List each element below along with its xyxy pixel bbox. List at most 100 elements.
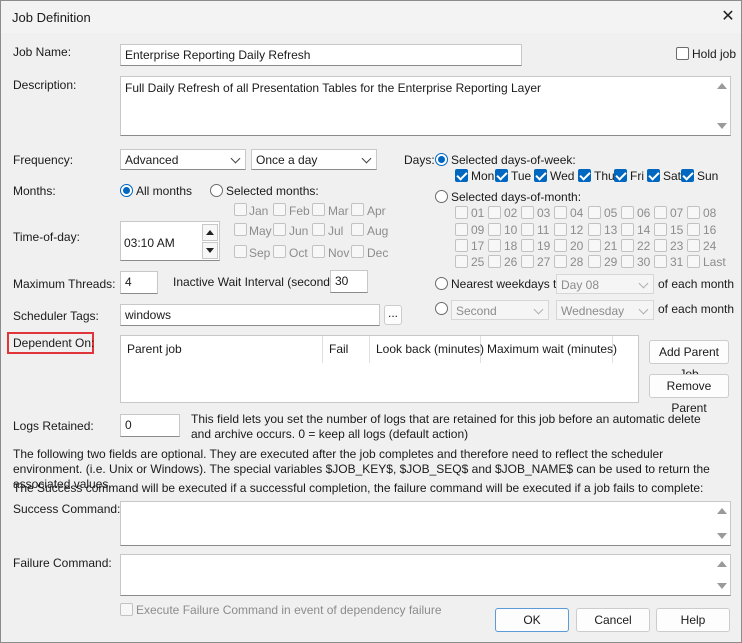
month-day-checkbox-14[interactable] bbox=[621, 223, 634, 236]
month-day-checkbox-02[interactable] bbox=[488, 206, 501, 219]
max-threads-input[interactable]: 4 bbox=[120, 271, 158, 294]
scroll-up-icon[interactable] bbox=[717, 561, 727, 567]
month-day-checkbox-26[interactable] bbox=[488, 255, 501, 268]
ordinal-weekday-radio[interactable] bbox=[435, 302, 448, 315]
month-day-checkbox-20[interactable] bbox=[554, 239, 567, 252]
remove-parent-button[interactable]: Remove Parent bbox=[649, 374, 729, 415]
month-day-checkbox-30[interactable] bbox=[621, 255, 634, 268]
month-day-checkbox-16[interactable] bbox=[687, 223, 700, 236]
weekday-checkbox-sun[interactable] bbox=[681, 169, 694, 182]
nearest-weekdays-radio[interactable] bbox=[435, 277, 448, 290]
ok-button[interactable]: OK bbox=[495, 608, 569, 632]
all-months-radio[interactable] bbox=[120, 184, 133, 197]
month-day-checkbox-29[interactable] bbox=[588, 255, 601, 268]
success-command-textarea[interactable] bbox=[120, 501, 731, 546]
hold-job-checkbox[interactable] bbox=[676, 47, 689, 60]
cancel-button[interactable]: Cancel bbox=[576, 608, 650, 632]
time-up-button[interactable] bbox=[202, 224, 218, 241]
month-day-checkbox-10[interactable] bbox=[488, 223, 501, 236]
weekday-checkbox-thu[interactable] bbox=[578, 169, 591, 182]
month-day-label: Last bbox=[703, 255, 726, 269]
month-day-checkbox-17[interactable] bbox=[455, 239, 468, 252]
column-header-max-wait[interactable]: Maximum wait (minutes) bbox=[481, 336, 617, 363]
frequency-period-select[interactable]: Once a day bbox=[251, 149, 377, 170]
success-command-scrollbar[interactable] bbox=[714, 502, 730, 545]
weekday-checkbox-mon[interactable] bbox=[455, 169, 468, 182]
failure-command-textarea[interactable] bbox=[120, 554, 731, 596]
frequency-mode-select[interactable]: Advanced bbox=[120, 149, 246, 170]
scroll-up-icon[interactable] bbox=[717, 508, 727, 514]
month-checkbox-feb[interactable] bbox=[273, 203, 286, 216]
month-checkbox-nov[interactable] bbox=[312, 245, 325, 258]
selected-months-radio[interactable] bbox=[210, 184, 223, 197]
description-textarea[interactable]: Full Daily Refresh of all Presentation T… bbox=[120, 76, 731, 136]
ordinal-weekday-select[interactable]: Wednesday bbox=[556, 300, 654, 320]
scroll-down-icon[interactable] bbox=[717, 583, 727, 589]
month-day-checkbox-25[interactable] bbox=[455, 255, 468, 268]
job-name-input[interactable]: Enterprise Reporting Daily Refresh bbox=[120, 44, 522, 66]
month-day-checkbox-11[interactable] bbox=[521, 223, 534, 236]
month-day-checkbox-13[interactable] bbox=[588, 223, 601, 236]
month-day-checkbox-18[interactable] bbox=[488, 239, 501, 252]
month-day-checkbox-08[interactable] bbox=[687, 206, 700, 219]
month-checkbox-may[interactable] bbox=[234, 223, 247, 236]
dependent-on-grid[interactable]: Parent job Fail Look back (minutes) Maxi… bbox=[120, 335, 639, 403]
month-checkbox-aug[interactable] bbox=[351, 223, 364, 236]
month-checkbox-oct[interactable] bbox=[273, 245, 286, 258]
month-day-checkbox-28[interactable] bbox=[554, 255, 567, 268]
month-day-checkbox-21[interactable] bbox=[588, 239, 601, 252]
month-day-checkbox-19[interactable] bbox=[521, 239, 534, 252]
scroll-up-icon[interactable] bbox=[717, 83, 727, 89]
month-day-checkbox-05[interactable] bbox=[588, 206, 601, 219]
month-day-checkbox-12[interactable] bbox=[554, 223, 567, 236]
execute-failure-checkbox[interactable] bbox=[120, 603, 133, 616]
description-scrollbar[interactable] bbox=[714, 77, 730, 135]
month-checkbox-jun[interactable] bbox=[273, 223, 286, 236]
month-day-checkbox-07[interactable] bbox=[654, 206, 667, 219]
days-of-week-radio[interactable] bbox=[435, 153, 448, 166]
month-checkbox-apr[interactable] bbox=[351, 203, 364, 216]
month-checkbox-sep[interactable] bbox=[234, 245, 247, 258]
month-day-checkbox-27[interactable] bbox=[521, 255, 534, 268]
scheduler-tags-browse-button[interactable]: ... bbox=[384, 305, 402, 325]
close-icon[interactable]: ✕ bbox=[717, 6, 739, 28]
weekday-checkbox-tue[interactable] bbox=[495, 169, 508, 182]
month-checkbox-dec[interactable] bbox=[351, 245, 364, 258]
scroll-down-icon[interactable] bbox=[717, 533, 727, 539]
weekday-checkbox-sat[interactable] bbox=[647, 169, 660, 182]
month-day-checkbox-22[interactable] bbox=[621, 239, 634, 252]
column-header-parent-job[interactable]: Parent job bbox=[121, 336, 323, 363]
help-button[interactable]: Help bbox=[656, 608, 730, 632]
month-day-label: 26 bbox=[504, 255, 518, 269]
column-header-fail[interactable]: Fail bbox=[323, 336, 370, 363]
month-day-checkbox-06[interactable] bbox=[621, 206, 634, 219]
add-parent-job-button[interactable]: Add Parent Job bbox=[649, 340, 729, 381]
failure-command-scrollbar[interactable] bbox=[714, 555, 730, 595]
time-of-day-spinner[interactable]: 03:10 AM bbox=[120, 221, 220, 261]
month-day-checkbox-03[interactable] bbox=[521, 206, 534, 219]
nearest-day-select[interactable]: Day 08 bbox=[556, 274, 654, 294]
time-down-button[interactable] bbox=[202, 242, 218, 259]
ordinal-select[interactable]: Second bbox=[451, 300, 549, 320]
column-header-look-back[interactable]: Look back (minutes) bbox=[370, 336, 484, 363]
month-day-label: 06 bbox=[637, 206, 651, 220]
scheduler-tags-input[interactable]: windows bbox=[120, 304, 380, 326]
month-day-checkbox-04[interactable] bbox=[554, 206, 567, 219]
weekday-checkbox-fri[interactable] bbox=[614, 169, 627, 182]
month-day-checkbox-last[interactable] bbox=[687, 255, 700, 268]
weekday-checkbox-wed[interactable] bbox=[534, 169, 547, 182]
month-day-checkbox-23[interactable] bbox=[654, 239, 667, 252]
days-of-month-radio[interactable] bbox=[435, 190, 448, 203]
month-checkbox-jul[interactable] bbox=[312, 223, 325, 236]
month-checkbox-jan[interactable] bbox=[234, 203, 247, 216]
month-checkbox-mar[interactable] bbox=[312, 203, 325, 216]
logs-retained-label: Logs Retained: bbox=[13, 419, 94, 433]
scroll-down-icon[interactable] bbox=[717, 123, 727, 129]
month-day-checkbox-15[interactable] bbox=[654, 223, 667, 236]
month-day-checkbox-31[interactable] bbox=[654, 255, 667, 268]
logs-retained-input[interactable]: 0 bbox=[120, 414, 180, 437]
month-day-checkbox-24[interactable] bbox=[687, 239, 700, 252]
month-day-checkbox-01[interactable] bbox=[455, 206, 468, 219]
month-day-checkbox-09[interactable] bbox=[455, 223, 468, 236]
inactive-wait-input[interactable]: 30 bbox=[330, 270, 368, 293]
